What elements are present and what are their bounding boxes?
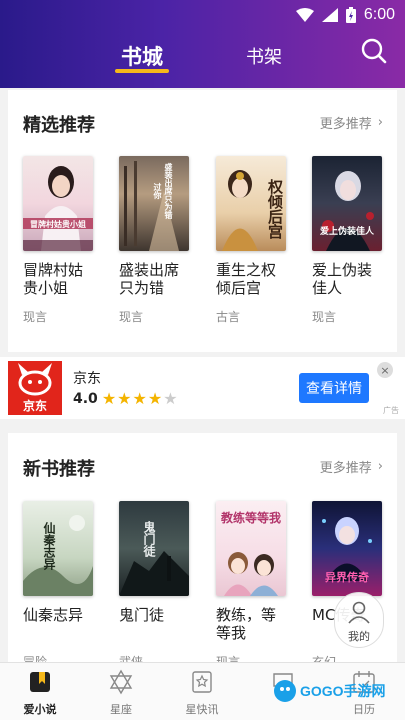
signal-icon (321, 8, 338, 22)
nav-label: 星座 (110, 703, 132, 716)
book-title: 鬼门徒 (119, 606, 165, 624)
book-category: 古言 (216, 310, 241, 324)
book-title: 爱上伪装佳人 (312, 261, 373, 297)
section-title: 新书推荐 (23, 459, 95, 480)
gogo-logo-icon (274, 680, 296, 702)
rating-value: 4.0 (73, 390, 98, 407)
book-card[interactable]: 仙秦志异 仙秦志异 冒险 (23, 501, 95, 670)
header-tabs: 书城 书架 (0, 38, 405, 80)
book-title: 重生之权倾后宫 (216, 261, 277, 297)
user-icon (348, 601, 370, 624)
mine-floating-button[interactable]: 我的 (334, 592, 384, 648)
rating-stars: ★★★★★ (101, 389, 179, 408)
book-card[interactable]: 权倾后宫 重生之权倾后宫 古言 (216, 156, 288, 325)
nav-horoscope[interactable]: 星座 (91, 669, 151, 717)
top-bar: 6:00 书城 书架 (0, 0, 405, 88)
wifi-icon (295, 8, 314, 22)
jd-logo: 京东 (8, 361, 62, 415)
book-title: 冒牌村姑贵小姐 (23, 261, 84, 297)
jd-dog-icon (18, 363, 52, 396)
more-new-books-link[interactable]: 更多推荐 › (320, 457, 383, 476)
tab-bookshelf[interactable]: 书架 (234, 38, 294, 74)
book-cover: 权倾后宫 (216, 156, 286, 251)
book-card[interactable]: 爱上伪装佳人 爱上伪装佳人 现言 (312, 156, 384, 325)
book-card[interactable]: 冒牌村姑贵小姐 冒牌村姑贵小姐 现言 (23, 156, 95, 325)
nav-novels[interactable]: 爱小说 (10, 669, 70, 717)
cover-title: 爱上伪装佳人 (319, 227, 374, 237)
battery-icon (345, 7, 356, 23)
book-cover: 教练等等我 (216, 501, 286, 596)
book-cover: 仙秦志异 (23, 501, 93, 596)
book-card[interactable]: 鬼门徒 鬼门徒 武侠 (119, 501, 191, 670)
book-category: 现言 (119, 310, 144, 324)
book-cover: 异界传奇 (312, 501, 382, 596)
book-card[interactable]: 盛装出席只为错过你 盛装出席只为错过... 现言 (119, 156, 191, 325)
nav-label: 星快讯 (185, 703, 219, 716)
ad-view-details-button[interactable]: 查看详情 (299, 373, 369, 403)
featured-section: 精选推荐 更多推荐 › 冒牌村姑贵小姐 冒牌村姑贵小姐 现言 盛装出席只为错过你 (8, 90, 397, 352)
ad-brand-name: 京东 (73, 371, 101, 387)
cover-title: 鬼门徒 (142, 521, 156, 557)
cover-title: 盛装出席只为错过你 (153, 163, 174, 219)
cover-title: 冒牌村姑贵小姐 (30, 219, 86, 229)
book-cover: 爱上伪装佳人 (312, 156, 382, 251)
book-category: 现言 (312, 310, 337, 324)
watermark-text: GOGO手游网 (300, 683, 386, 699)
book-icon (30, 672, 50, 692)
news-icon (192, 671, 212, 693)
tab-active-indicator (115, 69, 169, 73)
chevron-right-icon: › (377, 459, 383, 474)
book-cover: 鬼门徒 (119, 501, 189, 596)
watermark: GOGO手游网 (272, 672, 397, 710)
ad-rating: 4.0 ★★★★★ (73, 389, 179, 408)
book-title: 仙秦志异 (23, 606, 84, 624)
mine-label: 我的 (348, 630, 370, 643)
section-title: 精选推荐 (23, 115, 95, 136)
book-cover: 盛装出席只为错过你 (119, 156, 189, 251)
book-category: 现言 (23, 310, 48, 324)
book-title: 教练，等等我 (216, 606, 277, 642)
star-of-david-icon (109, 669, 133, 695)
jd-logo-text: 京东 (22, 399, 47, 413)
more-featured-link[interactable]: 更多推荐 › (320, 113, 383, 132)
ad-close-button[interactable]: × (377, 362, 393, 378)
search-icon (361, 38, 387, 64)
status-bar: 6:00 (295, 5, 395, 25)
cover-title: 教练等等我 (220, 511, 281, 525)
ad-tag: 广告 (383, 406, 399, 415)
more-label: 更多推荐 (319, 461, 372, 476)
nav-news[interactable]: 星快讯 (172, 669, 232, 717)
more-label: 更多推荐 (319, 117, 372, 132)
book-cover: 冒牌村姑贵小姐 (23, 156, 93, 251)
cover-title: 异界传奇 (325, 571, 369, 584)
nav-label: 爱小说 (23, 703, 57, 716)
search-button[interactable] (359, 36, 389, 66)
cover-title: 仙秦志异 (42, 522, 56, 570)
book-title: 盛装出席只为错过... (119, 261, 180, 297)
chevron-right-icon: › (377, 115, 383, 130)
book-card[interactable]: 教练等等我 教练，等等我 现言 (216, 501, 288, 670)
ad-banner[interactable]: 京东 京东 4.0 ★★★★★ 查看详情 × 广告 (0, 357, 405, 419)
close-icon: × (380, 363, 390, 377)
clock: 6:00 (363, 6, 395, 23)
cover-title: 权倾后宫 (266, 179, 284, 239)
